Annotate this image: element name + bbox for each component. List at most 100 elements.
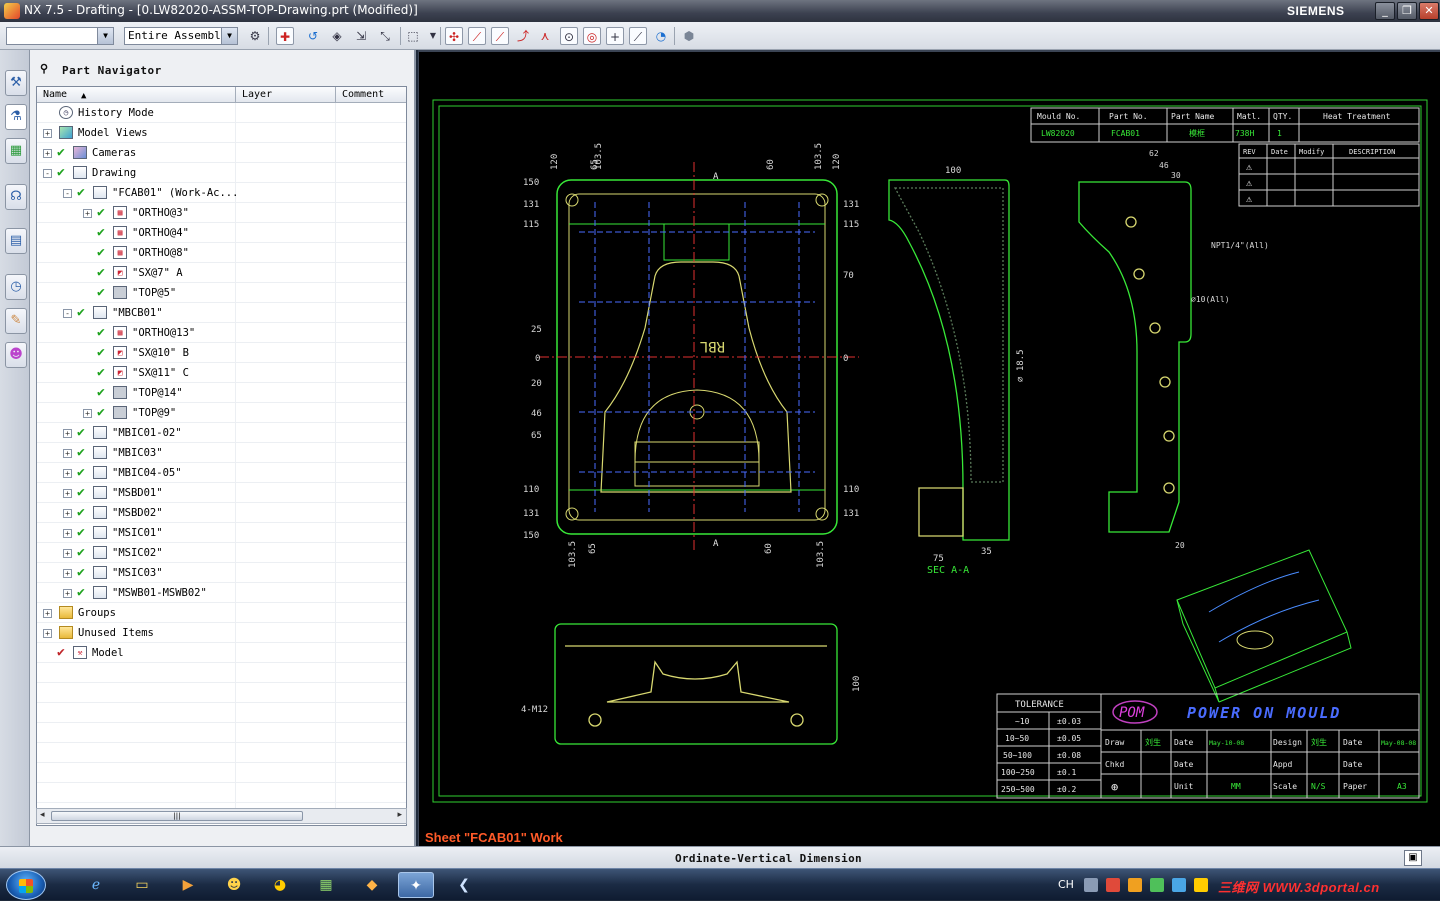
selection-scope-dropdown[interactable]: Entire Assembly ▼ xyxy=(124,27,238,45)
tree-row[interactable]: - ✔ Drawing xyxy=(37,163,406,183)
quadrant-point-icon[interactable]: ◎ xyxy=(583,27,601,45)
green-check-icon[interactable]: ✔ xyxy=(97,285,105,300)
tree-row[interactable]: + ✔ "MSIC01" xyxy=(37,523,406,543)
tree-row[interactable]: ✔ ◩ "SX@10" B xyxy=(37,343,406,363)
column-comment[interactable]: Comment xyxy=(336,87,406,103)
arc-center-icon[interactable]: ⊙ xyxy=(560,27,578,45)
shaded-view-icon[interactable]: ⬢ xyxy=(680,27,698,45)
tree-row[interactable]: + ✔ "TOP@9" xyxy=(37,403,406,423)
control-point-icon[interactable]: ⤴ xyxy=(514,27,532,45)
tree-row[interactable]: + ✔ "MSBD02" xyxy=(37,503,406,523)
tree-row[interactable]: ✔ ▦ "ORTHO@4" xyxy=(37,223,406,243)
green-check-icon[interactable]: ✔ xyxy=(57,165,65,180)
green-check-icon[interactable]: ✔ xyxy=(97,205,105,220)
expand-icon[interactable]: + xyxy=(43,609,52,618)
graphics-window[interactable]: Mould No. Part No. Part Name Matl. QTY. … xyxy=(418,50,1440,846)
select-body-icon[interactable]: ◈ xyxy=(328,27,346,45)
system-materials-icon[interactable]: ✎ xyxy=(5,308,27,334)
tree-row[interactable]: ✔ ◩ "SX@11" C xyxy=(37,363,406,383)
start-button[interactable] xyxy=(6,870,46,900)
expand-icon[interactable]: + xyxy=(43,129,52,138)
expand-icon[interactable]: + xyxy=(63,449,72,458)
mid-point-icon[interactable]: ⟋ xyxy=(491,27,509,45)
snap-point-icon[interactable]: ✚ xyxy=(276,27,294,45)
tree-row[interactable]: + ✔ "MSBD01" xyxy=(37,483,406,503)
expand-icon[interactable]: + xyxy=(63,509,72,518)
red-check-icon[interactable]: ✔ xyxy=(57,645,65,660)
roles-icon[interactable]: ☻ xyxy=(5,342,27,368)
horizontal-scrollbar[interactable]: ◂ ||| ▸ xyxy=(36,808,407,824)
tree-row[interactable]: + ✔ "MBIC01-02" xyxy=(37,423,406,443)
maximize-button[interactable]: ❐ xyxy=(1397,2,1417,20)
tree-row[interactable]: - ✔ "MBCB01" xyxy=(37,303,406,323)
green-check-icon[interactable]: ✔ xyxy=(77,305,85,320)
expand-icon[interactable]: + xyxy=(83,409,92,418)
tray-bluetooth-icon[interactable] xyxy=(1172,878,1186,892)
tree-row[interactable]: + ✔ "MBIC04-05" xyxy=(37,463,406,483)
document-icon[interactable]: ▤ xyxy=(5,228,27,254)
explorer-icon[interactable]: ▭ xyxy=(124,872,160,898)
green-check-icon[interactable]: ✔ xyxy=(77,525,85,540)
expand-icon[interactable]: + xyxy=(63,529,72,538)
tray-qq-icon[interactable] xyxy=(1194,878,1208,892)
qq-icon[interactable]: ◕ xyxy=(262,872,298,898)
nx-task-icon[interactable]: ✦ xyxy=(398,872,434,898)
tree-row[interactable]: + ✔ Cameras xyxy=(37,143,406,163)
green-check-icon[interactable]: ✔ xyxy=(97,245,105,260)
collapse-icon[interactable]: - xyxy=(43,169,52,178)
tree-row[interactable]: - ✔ "FCAB01" (Work-Ac... xyxy=(37,183,406,203)
minimize-button[interactable]: _ xyxy=(1375,2,1395,20)
tree-row[interactable]: ✔ ▦ "ORTHO@13" xyxy=(37,323,406,343)
expand-icon[interactable]: + xyxy=(63,429,72,438)
green-check-icon[interactable]: ✔ xyxy=(77,465,85,480)
package-icon[interactable]: ◆ xyxy=(354,872,390,898)
point-on-curve-icon[interactable]: ⟋ xyxy=(629,27,647,45)
tree-row[interactable]: + Model Views xyxy=(37,123,406,143)
ie-icon[interactable]: ℯ xyxy=(78,872,114,898)
green-check-icon[interactable]: ✔ xyxy=(97,265,105,280)
green-check-icon[interactable]: ✔ xyxy=(97,325,105,340)
pin-icon[interactable]: ⚲ xyxy=(40,62,48,75)
tree-row[interactable]: + ✔ "MSWB01-MSWB02" xyxy=(37,583,406,603)
part-navigator-icon[interactable]: ⚗ xyxy=(5,104,27,130)
tree-row[interactable]: + Unused Items xyxy=(37,623,406,643)
tree-row[interactable]: + Groups xyxy=(37,603,406,623)
tray-app-icon[interactable] xyxy=(1106,878,1120,892)
scroll-left-icon[interactable]: ◂ xyxy=(40,810,45,820)
green-check-icon[interactable]: ✔ xyxy=(77,565,85,580)
type-filter-dropdown[interactable]: ▼ xyxy=(6,27,114,45)
assembly-navigator-icon[interactable]: ⚒ xyxy=(5,70,27,96)
rectangle-select-icon[interactable]: ⬚ xyxy=(404,27,422,45)
expand-icon[interactable]: + xyxy=(83,209,92,218)
tree-row[interactable]: ✔ "TOP@5" xyxy=(37,283,406,303)
navigator-tree[interactable]: Name ▲ Layer Comment ◷ History Mode + Model … xyxy=(36,86,407,826)
select-feature-icon[interactable]: ⇲ xyxy=(352,27,370,45)
green-check-icon[interactable]: ✔ xyxy=(77,485,85,500)
tree-row[interactable]: ✔ ▦ "ORTHO@8" xyxy=(37,243,406,263)
green-check-icon[interactable]: ✔ xyxy=(97,225,105,240)
media-player-icon[interactable]: ▶ xyxy=(170,872,206,898)
status-window-icon[interactable]: ▣ xyxy=(1404,850,1422,866)
scroll-thumb[interactable]: ||| xyxy=(51,811,303,821)
expand-icon[interactable]: + xyxy=(63,589,72,598)
language-indicator[interactable]: CH xyxy=(1058,878,1074,891)
tree-row[interactable]: ✔ ⚒ Model xyxy=(37,643,406,663)
expand-icon[interactable]: + xyxy=(63,469,72,478)
expand-icon[interactable]: + xyxy=(63,549,72,558)
tree-row[interactable]: + ✔ "MSIC03" xyxy=(37,563,406,583)
expand-icon[interactable]: + xyxy=(43,149,52,158)
web-browser-icon[interactable]: ☊ xyxy=(5,184,27,210)
reuse-library-icon[interactable]: ▦ xyxy=(5,138,27,164)
point-constructor-icon[interactable]: ◔ xyxy=(652,27,670,45)
contacts-icon[interactable]: ☻ xyxy=(216,872,252,898)
tree-row[interactable]: ✔ "TOP@14" xyxy=(37,383,406,403)
green-check-icon[interactable]: ✔ xyxy=(97,405,105,420)
expand-icon[interactable]: + xyxy=(63,569,72,578)
existing-point-icon[interactable]: + xyxy=(606,27,624,45)
tree-row[interactable]: ◷ History Mode xyxy=(37,103,406,123)
undo-selection-icon[interactable]: ↺ xyxy=(304,27,322,45)
green-check-icon[interactable]: ✔ xyxy=(97,385,105,400)
grid-app-icon[interactable]: ▦ xyxy=(308,872,344,898)
green-check-icon[interactable]: ✔ xyxy=(77,185,85,200)
collapse-icon[interactable]: - xyxy=(63,309,72,318)
